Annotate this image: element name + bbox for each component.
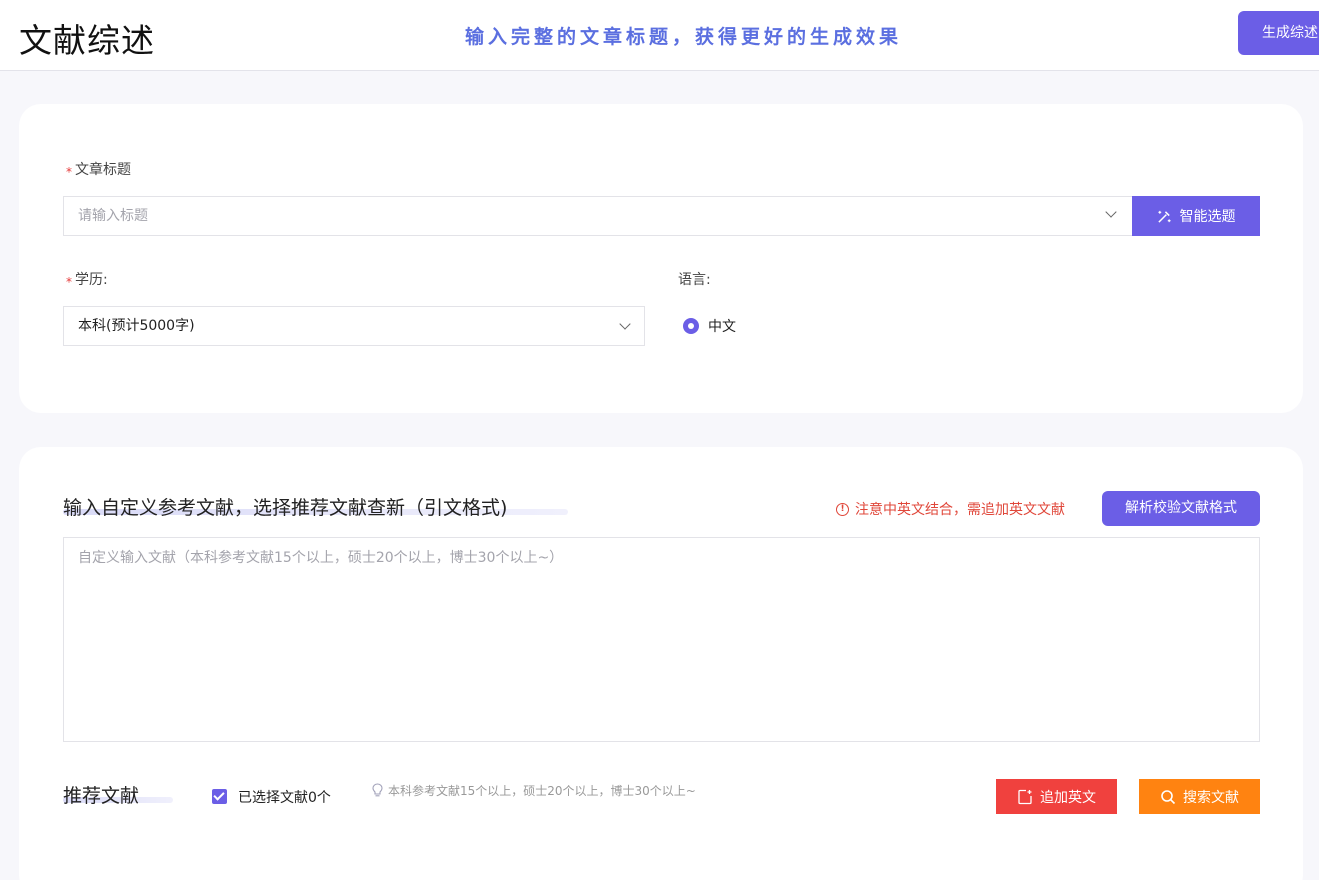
top-bar: 文献综述 输入完整的文章标题，获得更好的生成效果 生成综述 xyxy=(0,0,1319,71)
article-title-input[interactable] xyxy=(64,197,1064,235)
degree-select-value: 本科(预计5000字) xyxy=(78,318,195,334)
exclamation-circle-icon: ! xyxy=(836,502,849,516)
add-document-icon xyxy=(1018,789,1032,804)
recommend-tip: 本科参考文献15个以上，硕士20个以上，博士30个以上~ xyxy=(372,782,696,799)
search-references-label: 搜索文献 xyxy=(1183,789,1239,806)
language-radio-chinese[interactable] xyxy=(683,318,699,334)
english-warning: ! 注意中英文结合，需追加英文文献 xyxy=(836,499,1065,519)
search-references-button[interactable]: 搜索文献 xyxy=(1139,779,1260,814)
add-english-label: 追加英文 xyxy=(1040,789,1096,806)
page-title: 文献综述 xyxy=(19,21,155,60)
references-section-title: 输入自定义参考文献，选择推荐文献查新（引文格式) xyxy=(63,497,508,519)
degree-select[interactable]: 本科(预计5000字) xyxy=(63,306,645,346)
article-title-label: * 文章标题 xyxy=(66,159,131,179)
parse-format-button[interactable]: 解析校验文献格式 xyxy=(1102,491,1260,526)
english-warning-text: 注意中英文结合，需追加英文文献 xyxy=(855,502,1065,518)
smart-topic-button[interactable]: 智能选题 xyxy=(1132,196,1260,236)
selected-count-label[interactable]: 已选择文献0个 xyxy=(238,787,331,807)
article-title-label-text: 文章标题 xyxy=(75,162,131,178)
required-mark: * xyxy=(66,165,72,179)
smart-topic-label: 智能选题 xyxy=(1179,209,1236,225)
add-english-button[interactable]: 追加英文 xyxy=(996,779,1117,814)
generate-review-button[interactable]: 生成综述 xyxy=(1238,11,1319,55)
slogan-banner: 输入完整的文章标题，获得更好的生成效果 xyxy=(465,26,903,48)
chevron-down-icon[interactable] xyxy=(1105,206,1117,218)
custom-references-textarea[interactable] xyxy=(63,537,1260,742)
recommend-tip-text: 本科参考文献15个以上，硕士20个以上，博士30个以上~ xyxy=(388,784,696,798)
required-mark: * xyxy=(66,275,72,289)
search-icon xyxy=(1161,789,1176,804)
form-card xyxy=(19,104,1303,413)
chevron-down-icon[interactable] xyxy=(619,318,631,330)
article-title-combobox[interactable] xyxy=(63,196,1133,236)
language-label: 语言: xyxy=(678,272,711,288)
lightbulb-icon xyxy=(372,783,383,797)
select-all-checkbox[interactable] xyxy=(212,789,227,804)
magic-wand-icon xyxy=(1157,210,1171,223)
degree-label-text: 学历: xyxy=(75,272,108,288)
language-radio-label[interactable]: 中文 xyxy=(708,316,736,336)
recommend-section-title: 推荐文献 xyxy=(63,785,140,807)
degree-label: * 学历: xyxy=(66,269,108,289)
